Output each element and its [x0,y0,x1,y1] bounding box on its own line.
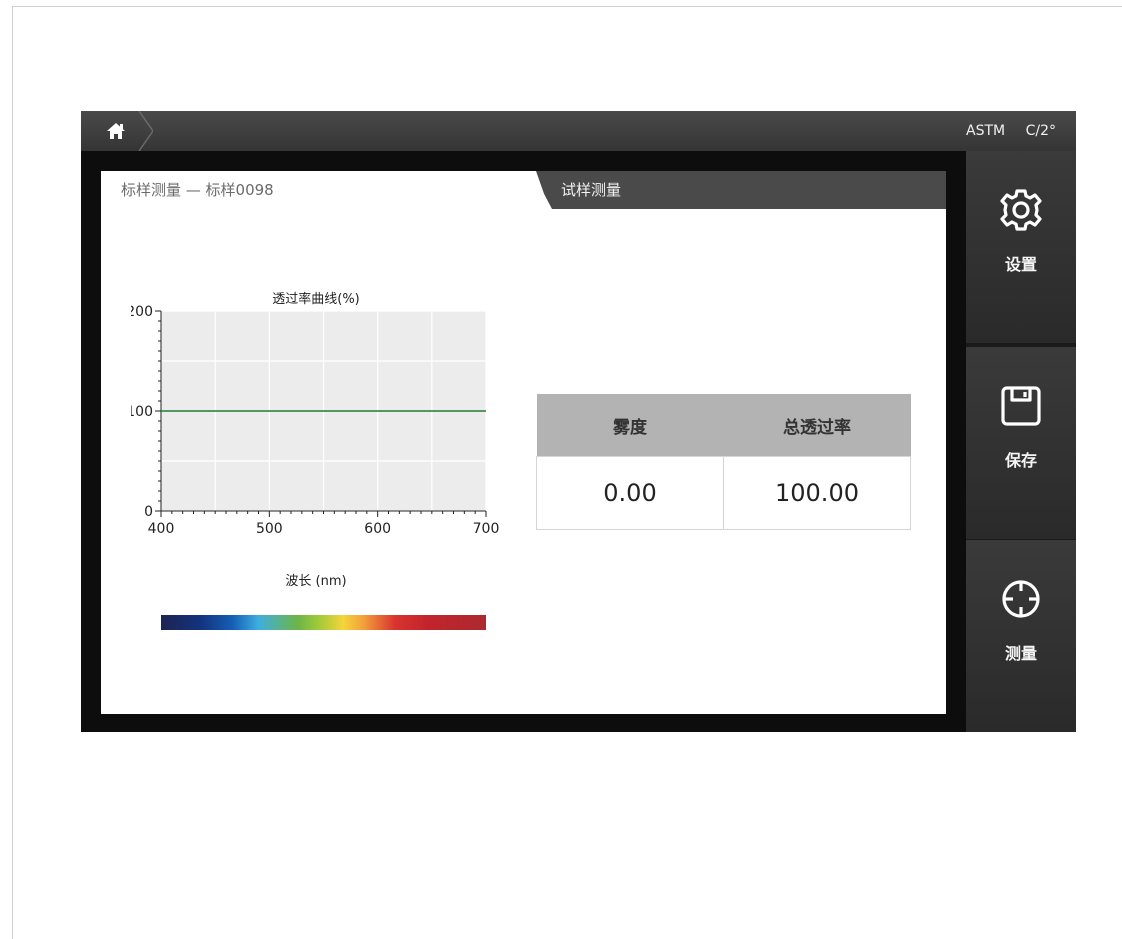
y-tick-label: 200 [131,304,153,320]
settings-button[interactable]: 设置 [966,151,1076,343]
device-screen: ASTM C/2° 标样测量 — 标样0098 试样测量 透过率曲线(%) 40… [81,111,1076,732]
chart-title: 透过率曲线(%) [272,291,360,307]
x-tick-label: 600 [364,521,391,537]
side-menu: 设置 保存 测量 [966,151,1076,732]
y-tick-label: 0 [144,504,153,520]
save-label: 保存 [1004,451,1037,470]
haze-value: 0.00 [536,456,724,530]
main-screen: 标样测量 — 标样0098 试样测量 透过率曲线(%) 400 500 600 700… [101,171,946,714]
floppy-disk-icon [1001,386,1041,426]
chart-x-axis-label: 波长 (nm) [285,574,346,589]
results-header-row: 雾度 总透过率 [536,394,911,457]
crosshair-icon [1002,580,1040,618]
page-top-border [12,6,1122,7]
y-tick-label: 100 [131,404,153,420]
results-table: 雾度 总透过率 0.00 100.00 [536,394,911,530]
save-button[interactable]: 保存 [966,347,1076,539]
standard-info: ASTM C/2° [950,111,1056,151]
total-transmittance-header: 总透过率 [723,394,911,457]
measure-button[interactable]: 测量 [966,540,1076,732]
gear-icon [1000,189,1042,231]
settings-label: 设置 [1004,255,1037,274]
measure-label: 测量 [1004,644,1037,663]
top-bar: ASTM C/2° [81,111,1076,151]
tab-standard-measurement[interactable]: 标样测量 — 标样0098 [101,171,536,209]
home-button[interactable] [81,111,153,151]
x-tick-label: 700 [473,521,500,537]
x-tick-label: 500 [256,521,283,537]
transmittance-chart: 透过率曲线(%) 400 500 600 700 0 100 200 波长 (nm) [131,291,500,589]
page-left-border [12,6,13,939]
tab-sample-measurement[interactable]: 试样测量 [536,171,946,209]
results-value-row: 0.00 100.00 [536,456,911,530]
visible-spectrum-bar [161,615,486,630]
home-icon [107,123,125,139]
haze-header: 雾度 [536,394,724,457]
total-transmittance-value: 100.00 [723,456,911,530]
x-tick-label: 400 [148,521,175,537]
standard-label: ASTM [966,123,1006,139]
illuminant-observer-label: C/2° [1025,123,1056,139]
